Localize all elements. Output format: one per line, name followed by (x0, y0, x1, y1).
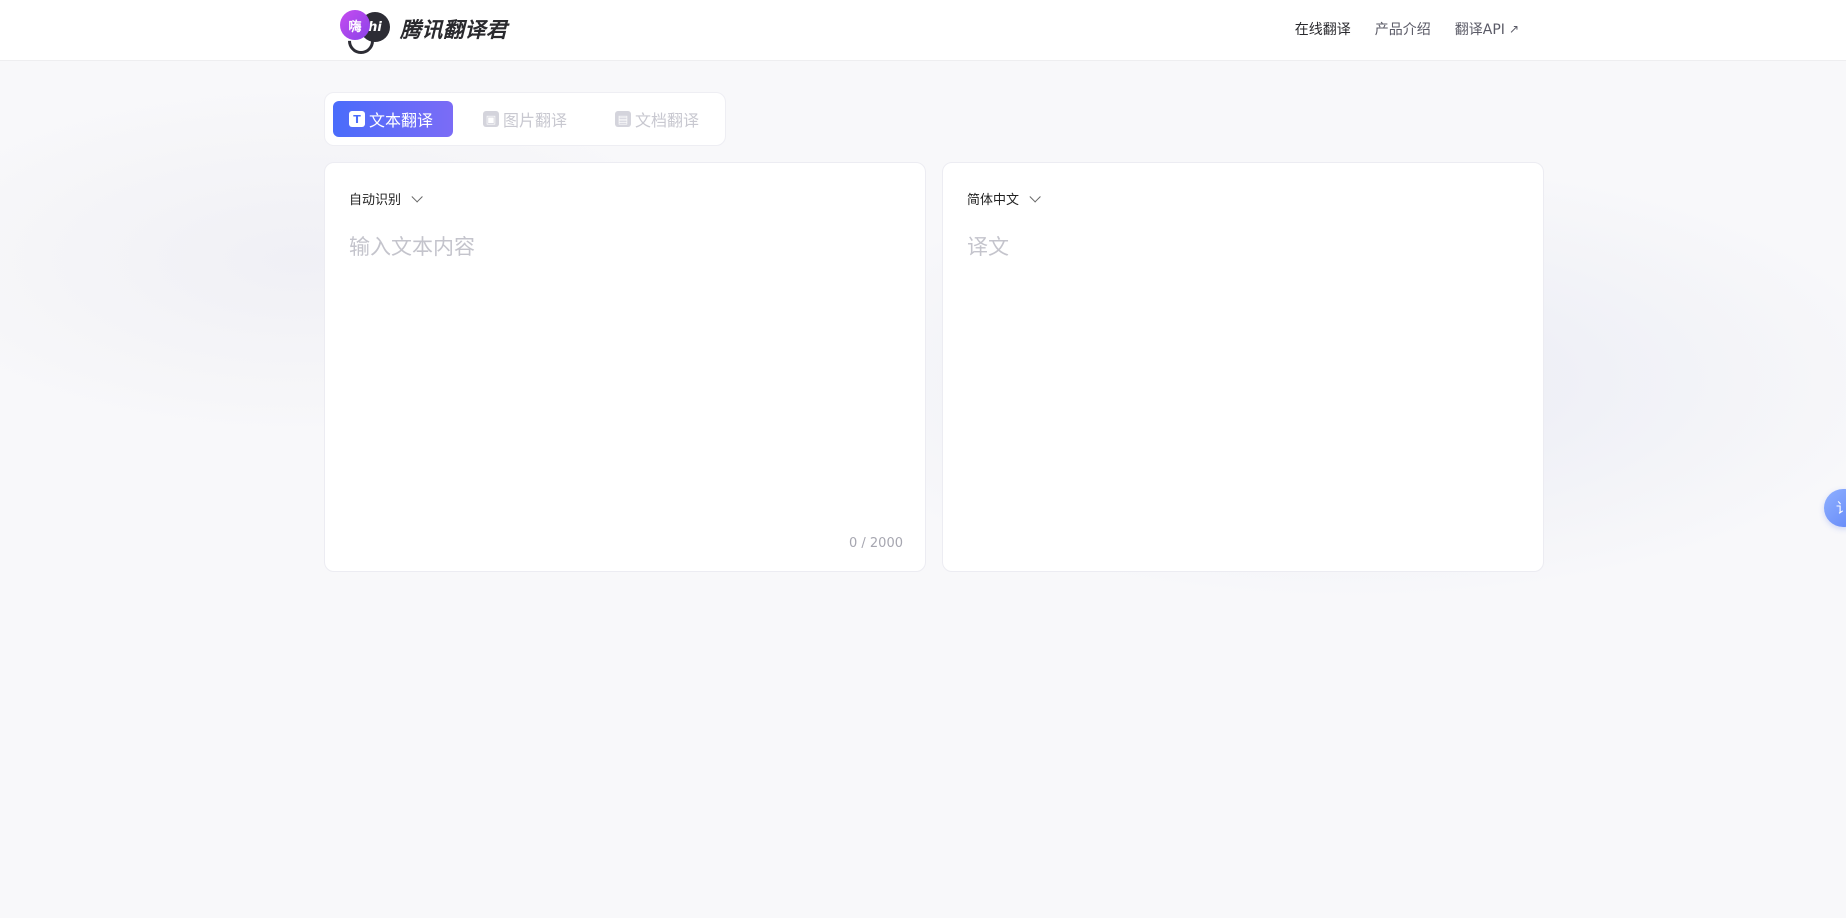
logo-mark-icon: hi 嗨 (338, 8, 394, 60)
tab-text-translate[interactable]: T 文本翻译 (333, 101, 453, 137)
translate-mode-tabs: T 文本翻译 ▣ 图片翻译 ▤ 文档翻译 (324, 92, 726, 146)
nav-translate-api[interactable]: 翻译API ↗ (1455, 19, 1519, 39)
source-language-label: 自动识别 (349, 193, 402, 208)
top-nav: 在线翻译 产品介绍 翻译API ↗ (1271, 0, 1519, 58)
source-language-select[interactable]: 自动识别 (349, 189, 423, 208)
logo-badge-hai: 嗨 (340, 10, 370, 40)
logo[interactable]: hi 嗨 腾讯翻译君 (338, 8, 508, 60)
target-language-select[interactable]: 简体中文 (967, 189, 1041, 208)
nav-online-translate-label: 在线翻译 (1294, 22, 1351, 38)
tab-image-translate[interactable]: ▣ 图片翻译 (483, 101, 567, 137)
nav-online-translate[interactable]: 在线翻译 (1295, 19, 1351, 39)
image-icon: ▣ (483, 111, 499, 127)
top-header: hi 嗨 腾讯翻译君 在线翻译 产品介绍 翻译API ↗ (0, 0, 1846, 60)
chevron-down-icon (1029, 190, 1041, 203)
floating-side-glyph: 讠 (1836, 501, 1846, 517)
document-icon: ▤ (615, 111, 631, 127)
char-count: 0 / 2000 (849, 536, 903, 551)
text-icon: T (349, 111, 365, 127)
logo-text: 腾讯翻译君 (400, 18, 508, 42)
tab-document-translate-label: 文档翻译 (635, 111, 700, 130)
translation-output: 译文 (967, 235, 1009, 259)
external-arrow-icon: ↗ (1508, 22, 1519, 36)
source-text-input[interactable] (349, 231, 903, 501)
nav-translate-api-label: 翻译API (1454, 22, 1505, 38)
nav-product-intro-label: 产品介绍 (1374, 22, 1431, 38)
chevron-down-icon (411, 190, 423, 203)
tab-text-translate-label: 文本翻译 (369, 111, 434, 130)
tab-document-translate[interactable]: ▤ 文档翻译 (615, 101, 699, 137)
target-panel: 简体中文 译文 (942, 162, 1544, 572)
nav-product-intro[interactable]: 产品介绍 (1375, 19, 1431, 39)
source-panel: 自动识别 0 / 2000 (324, 162, 926, 572)
target-language-label: 简体中文 (967, 193, 1020, 208)
tab-image-translate-label: 图片翻译 (503, 111, 568, 130)
